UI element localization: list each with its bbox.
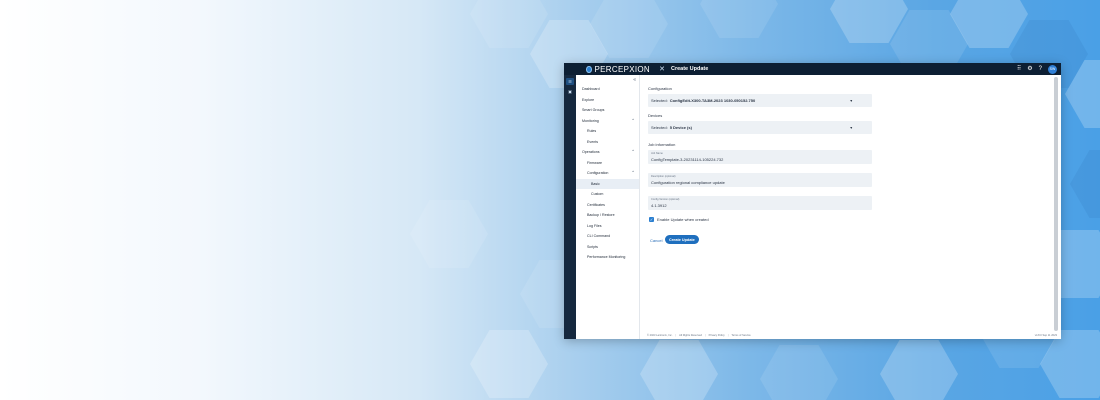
sidebar-item-label: Configuration bbox=[587, 171, 609, 176]
sidebar-item-basic[interactable]: Basic bbox=[576, 178, 639, 189]
sidebar: « Dashboard Explore Smart Groups Monitor… bbox=[576, 75, 640, 339]
help-icon[interactable]: ? bbox=[1039, 66, 1042, 72]
configuration-section-label: Configuration bbox=[648, 86, 672, 91]
footer: © 2023 Lantronix, Inc. | All Rights Rese… bbox=[641, 331, 1061, 339]
config-version-label: Config Version (optional) bbox=[651, 198, 680, 201]
caret-down-icon: ▼ bbox=[849, 98, 853, 103]
configuration-value: ConfigEdit-X300-TA3M-2023 1030-050152.75… bbox=[669, 98, 756, 103]
app-window: PERCEPXION ✕ Create Update ⠿ ⚙ ? SW ☰ ▣ … bbox=[564, 63, 1061, 339]
footer-separator: | bbox=[727, 333, 729, 337]
sidebar-item-smart-groups[interactable]: Smart Groups bbox=[576, 105, 639, 116]
config-version-field[interactable]: Config Version (optional) 4.1.3912 bbox=[648, 196, 872, 210]
footer-separator: | bbox=[704, 333, 706, 337]
chevron-up-icon: ⌃ bbox=[631, 149, 635, 155]
sidebar-item-label: Certificates bbox=[587, 202, 605, 207]
close-icon[interactable]: ✕ bbox=[657, 65, 667, 73]
cancel-button[interactable]: Cancel bbox=[650, 238, 662, 243]
enable-update-label: Enable Update when created bbox=[657, 217, 709, 222]
sidebar-item-certificates[interactable]: Certificates bbox=[576, 200, 639, 211]
enable-update-row: ✓ Enable Update when created bbox=[649, 217, 709, 222]
top-icons: ⠿ ⚙ ? SW bbox=[1017, 64, 1057, 74]
privacy-policy-link[interactable]: Privacy Policy bbox=[709, 334, 725, 337]
sidebar-item-label: Scripts bbox=[587, 244, 598, 249]
sidebar-item-label: Rules bbox=[587, 129, 597, 134]
description-label: Description (optional) bbox=[651, 175, 676, 178]
devices-prefix: Selected: bbox=[651, 125, 668, 130]
avatar[interactable]: SW bbox=[1048, 64, 1057, 74]
config-version-value: 4.1.3912 bbox=[651, 203, 667, 208]
sidebar-item-cli-command[interactable]: CLI Command bbox=[576, 231, 639, 242]
sidebar-item-label: Explore bbox=[582, 97, 595, 102]
gear-icon[interactable]: ⚙ bbox=[1027, 66, 1032, 72]
collapse-sidebar-icon[interactable]: « bbox=[633, 77, 636, 83]
app-logo: PERCEPXION bbox=[586, 65, 650, 74]
sidebar-item-log-files[interactable]: Log Files bbox=[576, 221, 639, 232]
background-hexagon bbox=[470, 330, 548, 398]
sidebar-item-backup-restore[interactable]: Backup / Restore bbox=[576, 210, 639, 221]
devices-section-label: Devices bbox=[648, 113, 663, 118]
sidebar-item-performance-monitoring[interactable]: Performance Monitoring bbox=[576, 252, 639, 263]
sidebar-item-label: Log Files bbox=[587, 223, 602, 228]
configuration-select[interactable]: Selected: ConfigEdit-X300-TA3M-2023 1030… bbox=[648, 94, 872, 107]
description-field[interactable]: Description (optional) Configuration reg… bbox=[648, 173, 872, 187]
chevron-up-icon: ⌃ bbox=[631, 170, 635, 176]
devices-select[interactable]: Selected: 5 Device (s) ▼ bbox=[648, 121, 872, 134]
sidebar-item-scripts[interactable]: Scripts bbox=[576, 242, 639, 253]
background-hexagon bbox=[640, 340, 718, 400]
sidebar-item-events[interactable]: Events bbox=[576, 137, 639, 148]
sidebar-item-explore[interactable]: Explore bbox=[576, 95, 639, 106]
scrollbar[interactable] bbox=[1054, 77, 1058, 331]
main-content: Configuration Selected: ConfigEdit-X300-… bbox=[641, 75, 1053, 339]
sidebar-item-label: Basic bbox=[591, 181, 600, 186]
sidebar-item-rules[interactable]: Rules bbox=[576, 126, 639, 137]
sidebar-item-label: Firmware bbox=[587, 160, 602, 165]
background-hexagon bbox=[1070, 150, 1100, 218]
job-info-section-label: Job information bbox=[648, 142, 676, 147]
sidebar-item-label: Custom bbox=[591, 192, 604, 197]
top-bar: PERCEPXION ✕ Create Update ⠿ ⚙ ? SW bbox=[564, 63, 1061, 75]
logo-brand: PERCEPXION bbox=[594, 64, 650, 74]
sidebar-item-label: Monitoring bbox=[582, 118, 599, 123]
footer-copyright: © 2023 Lantronix, Inc. bbox=[647, 333, 673, 337]
sidebar-item-label: CLI Command bbox=[587, 234, 611, 239]
sidebar-item-monitoring[interactable]: Monitoring ⌃ bbox=[576, 116, 639, 127]
sidebar-item-custom[interactable]: Custom bbox=[576, 189, 639, 200]
logo-mark-icon bbox=[586, 65, 592, 73]
sidebar-item-label: Dashboard bbox=[582, 87, 600, 92]
apps-grid-icon[interactable]: ⠿ bbox=[1017, 66, 1021, 72]
footer-version: v4.8.0 Sep 11 2023 bbox=[1034, 333, 1057, 337]
background-hexagon bbox=[410, 200, 488, 268]
background-hexagon bbox=[880, 340, 958, 400]
sidebar-item-operations[interactable]: Operations ⌃ bbox=[576, 147, 639, 158]
rail-menu-icon[interactable]: ☰ bbox=[566, 78, 574, 85]
sidebar-item-label: Backup / Restore bbox=[587, 213, 615, 218]
sidebar-item-label: Operations bbox=[582, 150, 600, 155]
job-name-value: ConfigTemplate-3-20231114-105224.732 bbox=[651, 157, 724, 162]
terms-of-service-link[interactable]: Terms of Service bbox=[731, 334, 750, 337]
create-update-button[interactable]: Create Update bbox=[665, 235, 699, 244]
caret-down-icon: ▼ bbox=[849, 125, 853, 130]
sidebar-item-label: Events bbox=[587, 139, 598, 144]
enable-update-checkbox[interactable]: ✓ bbox=[649, 217, 654, 222]
sidebar-item-label: Performance Monitoring bbox=[587, 255, 626, 260]
sidebar-item-firmware[interactable]: Firmware bbox=[576, 158, 639, 169]
background-hexagon bbox=[700, 0, 778, 38]
sidebar-item-label: Smart Groups bbox=[582, 108, 605, 113]
description-value: Configuration regional compliance update bbox=[651, 180, 725, 185]
background-hexagon bbox=[470, 0, 548, 48]
footer-separator: | bbox=[675, 333, 677, 337]
page-title: Create Update bbox=[671, 66, 709, 72]
footer-rights: All Rights Reserved bbox=[679, 333, 702, 337]
job-name-field[interactable]: Job Name ConfigTemplate-3-20231114-10522… bbox=[648, 150, 872, 164]
chevron-up-icon: ⌃ bbox=[631, 117, 635, 123]
sidebar-item-configuration[interactable]: Configuration ⌃ bbox=[576, 168, 639, 179]
background-hexagon bbox=[760, 345, 838, 400]
devices-value: 5 Device (s) bbox=[669, 125, 692, 130]
job-name-label: Job Name bbox=[651, 152, 663, 155]
icon-rail: ☰ ▣ bbox=[564, 75, 576, 339]
configuration-prefix: Selected: bbox=[651, 98, 668, 103]
sidebar-nav: Dashboard Explore Smart Groups Monitorin… bbox=[576, 84, 639, 263]
sidebar-item-dashboard[interactable]: Dashboard bbox=[576, 84, 639, 95]
rail-devices-icon[interactable]: ▣ bbox=[566, 88, 574, 95]
